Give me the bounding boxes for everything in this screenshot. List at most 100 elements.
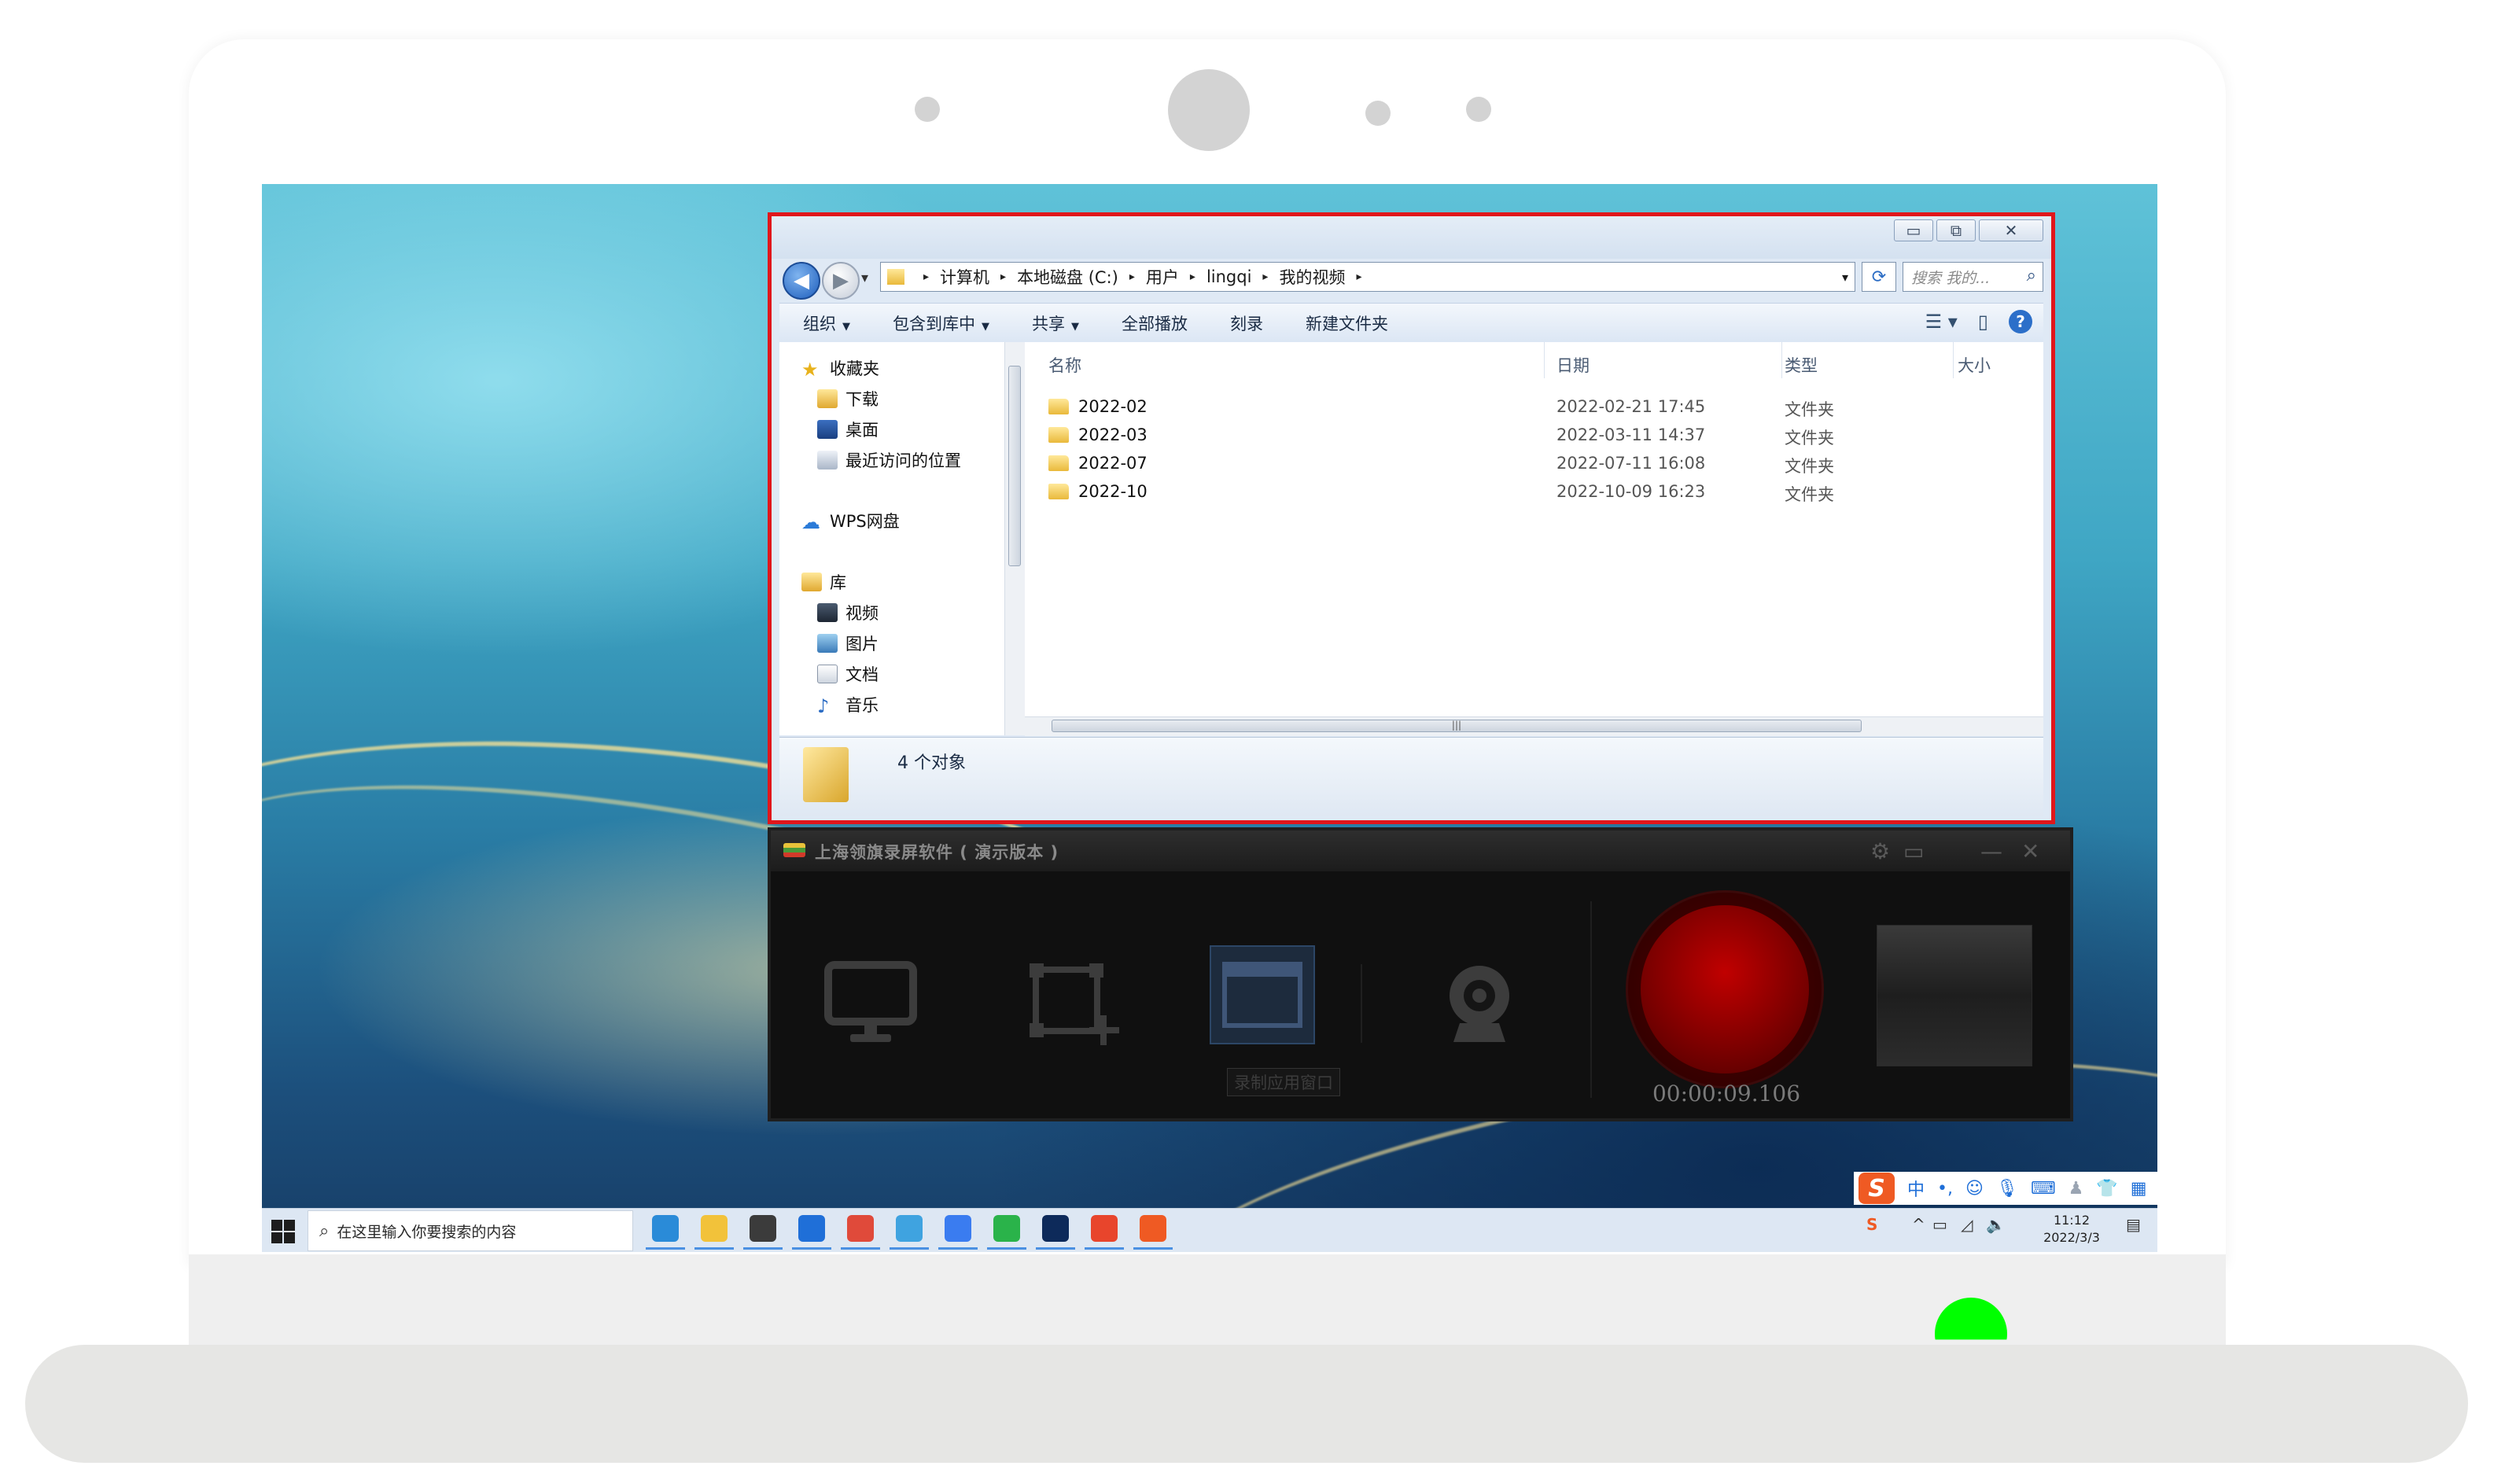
chrome-icon[interactable] [841, 1215, 880, 1250]
kingsoft-icon[interactable] [1085, 1215, 1124, 1250]
breadcrumb-separator[interactable]: ▸ [1262, 271, 1268, 283]
column-divider[interactable] [1544, 342, 1545, 378]
record-webcam-button[interactable] [1428, 956, 1531, 1051]
file-row[interactable]: 2022-07 2022-07-11 16:08 文件夹 [1025, 449, 2043, 477]
screen-recorder-window[interactable]: 上海领旗录屏软件 ( 演示版本 ) ⚙ ▭ — ✕ 录制应用窗口 00:00:0… [768, 827, 2073, 1121]
nav-favorites[interactable]: ★ 收藏夹 [801, 356, 879, 381]
recorder-title-bar[interactable]: 上海领旗录屏软件 ( 演示版本 ) ⚙ ▭ — ✕ [771, 830, 2070, 871]
ime-language-toggle[interactable]: 中 [1907, 1176, 1925, 1201]
record-region-button[interactable] [1021, 956, 1123, 1051]
breadcrumb-separator[interactable]: ▸ [1129, 271, 1135, 283]
minimize-icon[interactable]: — [1980, 838, 2002, 864]
preview-thumbnail[interactable] [1877, 925, 2032, 1066]
nav-documents[interactable]: 文档 [817, 662, 879, 686]
feishu-icon[interactable] [938, 1215, 978, 1250]
close-button[interactable]: ✕ [1979, 219, 2043, 241]
record-fullscreen-button[interactable] [820, 956, 922, 1051]
address-dropdown-icon[interactable]: ▾ [1842, 270, 1848, 285]
column-header-name[interactable]: 名称 [1048, 353, 1081, 377]
nav-downloads[interactable]: 下载 [817, 387, 879, 411]
column-divider[interactable] [1781, 342, 1782, 378]
windows-start-icon[interactable] [271, 1220, 295, 1243]
nav-wps-cloud[interactable]: ☁ WPS网盘 [801, 509, 900, 533]
minimize-button[interactable]: ▭ [1894, 219, 1933, 241]
wechat-icon[interactable] [987, 1215, 1026, 1250]
network-icon[interactable]: ◿ [1961, 1215, 1973, 1234]
share-menu[interactable]: 共享 ▼ [1032, 311, 1079, 335]
breadcrumb-users[interactable]: 用户 [1146, 265, 1179, 289]
back-button[interactable]: ◀ [783, 262, 820, 300]
show-hidden-icons-icon[interactable]: ^ [1912, 1215, 1925, 1234]
burn-button[interactable]: 刻录 [1230, 311, 1263, 335]
battery-icon[interactable]: ▭ [1932, 1215, 1947, 1234]
nav-libraries[interactable]: 库 [801, 570, 846, 594]
toolbox-icon[interactable]: ▦ [2131, 1179, 2147, 1199]
folder-open-icon[interactable]: ▭ [1903, 838, 1924, 864]
keyboard-icon[interactable]: ⌨ [2031, 1179, 2056, 1199]
search-icon[interactable]: ⌕ [2027, 266, 2036, 285]
edge-icon[interactable] [646, 1215, 685, 1250]
refresh-button[interactable]: ⟳ [1862, 262, 1896, 292]
breadcrumb-separator[interactable]: ▸ [1000, 271, 1006, 283]
change-view-icon[interactable]: ☰ ▾ [1925, 311, 1958, 333]
breadcrumb-lingqi[interactable]: lingqi [1206, 267, 1251, 286]
user-icon[interactable]: ♟ [2069, 1179, 2084, 1199]
emoji-icon[interactable]: ☺ [1965, 1179, 1984, 1199]
nav-pictures[interactable]: 图片 [817, 632, 879, 655]
store-icon[interactable] [743, 1215, 783, 1250]
include-in-library-menu[interactable]: 包含到库中 ▼ [893, 311, 989, 335]
ime-toolbar[interactable]: S 中 •, ☺ 🎙 ⌨ ♟ 👕 ▦ [1854, 1172, 2157, 1205]
punctuation-icon[interactable]: •, [1937, 1179, 1953, 1199]
scrollbar-thumb[interactable] [1008, 366, 1021, 566]
column-header-size[interactable]: 大小 [1958, 353, 1991, 377]
nav-pane-scrollbar[interactable] [1004, 342, 1026, 735]
microphone-icon[interactable]: 🎙 [1996, 1179, 2018, 1199]
column-divider[interactable] [1953, 342, 1954, 378]
organize-menu[interactable]: 组织 ▼ [803, 311, 850, 335]
breadcrumb-my-videos[interactable]: 我的视频 [1279, 265, 1345, 289]
navigation-pane[interactable]: ★ 收藏夹 下载 桌面 最近访问的位置 ☁ WPS网盘 库 视频 图片 文档 ♪ 音乐 [779, 342, 1016, 735]
sogou-ime-icon[interactable]: S [1859, 1173, 1895, 1204]
gear-icon[interactable]: ⚙ [1870, 838, 1890, 864]
file-row[interactable]: 2022-03 2022-03-11 14:37 文件夹 [1025, 421, 2043, 449]
scrollbar-thumb[interactable]: ||| [1052, 720, 1862, 732]
file-list[interactable]: 名称 日期 类型 大小 2022-02 2022-02-21 17:45 文件夹… [1025, 342, 2043, 735]
skin-icon[interactable]: 👕 [2096, 1179, 2117, 1199]
nav-desktop[interactable]: 桌面 [817, 418, 879, 441]
forward-button[interactable]: ▶ [822, 262, 860, 300]
help-icon[interactable]: ? [2009, 310, 2032, 333]
column-header-type[interactable]: 类型 [1785, 353, 1818, 377]
new-folder-button[interactable]: 新建文件夹 [1306, 311, 1388, 335]
notification-icon[interactable]: ▤ [2126, 1215, 2141, 1234]
taskbar-clock[interactable]: 11:12 2022/3/3 [2036, 1212, 2107, 1246]
file-explorer-window[interactable]: ▭ ⧉ ✕ ◀ ▶ ▾ ▸ 计算机 ▸ 本地磁盘 (C:) ▸ 用户 ▸ lin… [768, 212, 2055, 824]
breadcrumb-separator[interactable]: ▸ [923, 271, 929, 283]
record-button[interactable] [1626, 890, 1824, 1088]
close-icon[interactable]: ✕ [2021, 838, 2039, 864]
breadcrumb-computer[interactable]: 计算机 [940, 265, 989, 289]
nav-videos[interactable]: 视频 [817, 601, 879, 624]
play-all-button[interactable]: 全部播放 [1122, 311, 1188, 335]
recent-pages-dropdown[interactable]: ▾ [861, 270, 868, 286]
file-list-horizontal-scrollbar[interactable]: ||| [1025, 716, 2043, 736]
taskbar-search[interactable]: ⌕ 在这里输入你要搜索的内容 [308, 1210, 633, 1251]
file-explorer-icon[interactable] [694, 1215, 734, 1250]
record-app-window-button[interactable] [1210, 945, 1315, 1044]
search-box[interactable]: 搜索 我的... ⌕ [1903, 262, 2043, 292]
mail-icon[interactable] [792, 1215, 831, 1250]
sogou-tray-icon[interactable]: S [1866, 1215, 1877, 1234]
volume-icon[interactable]: 🔈 [1986, 1215, 2006, 1234]
breadcrumb-separator[interactable]: ▸ [1190, 271, 1195, 283]
nav-recent-places[interactable]: 最近访问的位置 [817, 448, 961, 472]
file-row[interactable]: 2022-02 2022-02-21 17:45 文件夹 [1025, 392, 2043, 421]
nav-music[interactable]: ♪ 音乐 [817, 693, 879, 717]
preview-pane-icon[interactable]: ▯ [1978, 311, 1988, 333]
maximize-button[interactable]: ⧉ [1936, 219, 1976, 241]
photoshop-icon[interactable] [1036, 1215, 1075, 1250]
breadcrumb-separator[interactable]: ▸ [1356, 271, 1361, 283]
address-bar[interactable]: ▸ 计算机 ▸ 本地磁盘 (C:) ▸ 用户 ▸ lingqi ▸ 我的视频 ▸… [880, 262, 1855, 292]
column-header-date[interactable]: 日期 [1556, 353, 1590, 377]
ie-icon[interactable] [890, 1215, 929, 1250]
breadcrumb-local-disk[interactable]: 本地磁盘 (C:) [1017, 265, 1118, 289]
explorer-title-bar[interactable]: ▭ ⧉ ✕ [772, 216, 2051, 259]
